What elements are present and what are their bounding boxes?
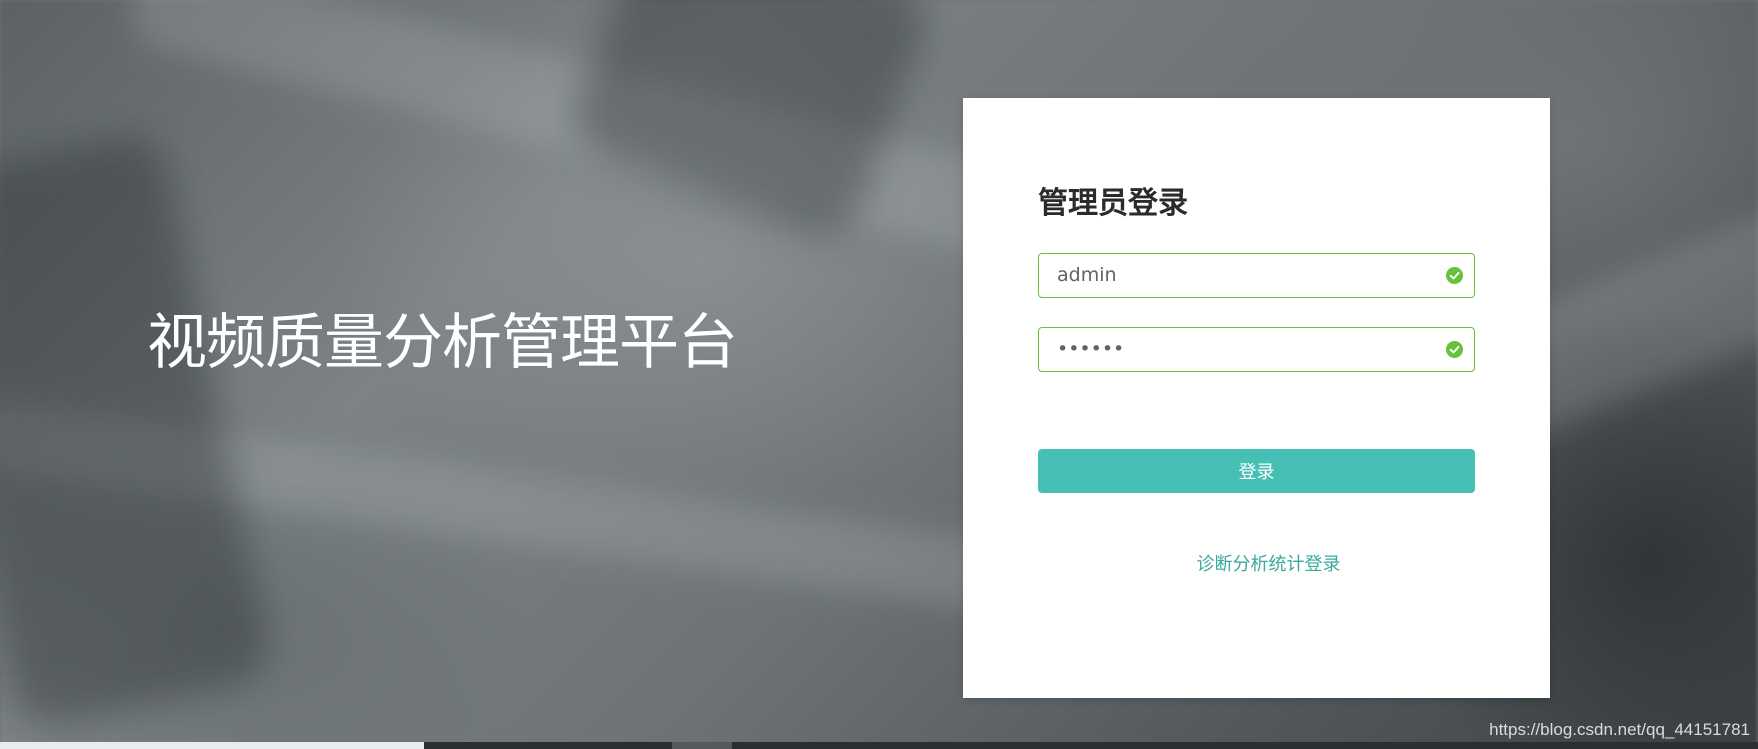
check-circle-icon <box>1446 341 1463 358</box>
username-input[interactable] <box>1057 254 1437 296</box>
login-page: 视频质量分析管理平台 管理员登录 登录 诊断分析统计登录 https://blo… <box>0 0 1758 749</box>
check-circle-icon <box>1446 267 1463 284</box>
bottom-strip-segment <box>0 742 424 749</box>
login-button[interactable]: 登录 <box>1038 449 1475 493</box>
login-card: 管理员登录 登录 诊断分析统计登录 <box>963 98 1550 698</box>
diagnostic-login-link[interactable]: 诊断分析统计登录 <box>1038 550 1475 576</box>
bottom-strip <box>0 742 1758 749</box>
password-input[interactable] <box>1057 328 1437 370</box>
watermark-text: https://blog.csdn.net/qq_44151781 <box>1489 720 1750 739</box>
login-heading: 管理员登录 <box>1038 186 1188 221</box>
username-field[interactable] <box>1038 253 1475 298</box>
password-field[interactable] <box>1038 327 1475 372</box>
platform-title: 视频质量分析管理平台 <box>147 308 738 378</box>
bottom-strip-segment <box>672 742 732 749</box>
